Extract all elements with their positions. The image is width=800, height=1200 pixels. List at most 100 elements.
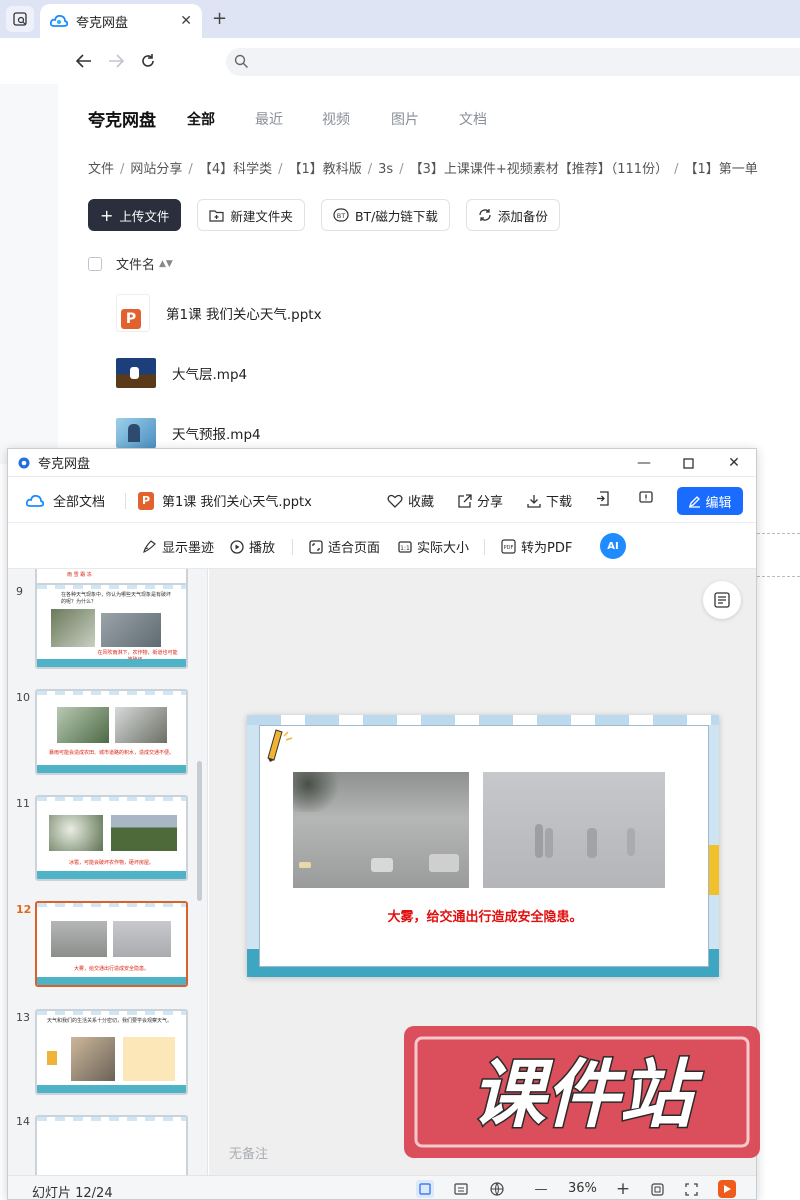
slide-counter: 幻灯片 12/24 — [32, 1186, 113, 1200]
zoom-in-icon[interactable]: + — [614, 1179, 632, 1199]
address-bar[interactable] — [226, 48, 800, 76]
actual-size-icon: 1:1 — [398, 540, 412, 553]
breadcrumb-sep: / — [120, 162, 125, 177]
video-thumbnail — [116, 358, 156, 388]
maximize-icon[interactable] — [678, 453, 698, 473]
sync-icon — [479, 209, 491, 221]
close-icon[interactable]: ✕ — [724, 453, 744, 473]
open-external-icon[interactable] — [596, 491, 610, 506]
add-backup-button[interactable]: 添加备份 — [465, 199, 560, 231]
breadcrumb-item[interactable]: 【1】教科版 — [288, 162, 361, 177]
breadcrumb-item[interactable]: 文件 — [88, 162, 114, 177]
breadcrumb-item[interactable]: 网站分享 — [130, 162, 182, 177]
new-tab-button[interactable]: + — [212, 8, 227, 29]
breadcrumb: 文件 / 网站分享 / 【4】科学类 / 【1】教科版 / 3s / 【3】上课课件+视频素材【推荐… — [88, 158, 758, 177]
normal-view-icon[interactable] — [416, 1180, 434, 1198]
convert-pdf-button[interactable]: PDF 转为PDF — [501, 537, 572, 556]
breadcrumb-sep: / — [367, 162, 373, 177]
slide-thumbnail-11[interactable]: 冰雹，可能会破坏农作物，砸坏房屋。 — [35, 795, 188, 881]
download-icon — [527, 494, 541, 508]
feedback-icon[interactable] — [639, 491, 653, 505]
fog-road-photo — [293, 772, 469, 888]
fullscreen-icon[interactable] — [682, 1180, 700, 1198]
thumbnail-top-edge — [37, 585, 186, 589]
fog-cyclists-photo — [483, 772, 665, 888]
tab-recent[interactable]: 最近 — [255, 109, 283, 129]
breadcrumb-item[interactable]: 【4】科学类 — [199, 162, 272, 177]
slide-number: 9 — [16, 585, 23, 598]
slide-thumbnail-9[interactable]: 在各种天气现象中，你认为哪些天气现象是有破坏的呢？为什么？ 在风吹雨淋下，农作物… — [35, 583, 188, 669]
thumbnail-photo — [111, 815, 177, 851]
thumbnail-text: 天气和我们的生活关系十分密切，我们要学会观察天气。 — [47, 1018, 173, 1024]
download-button[interactable]: 下载 — [527, 491, 572, 510]
fit-page-button[interactable]: 适合页面 — [309, 537, 380, 556]
file-row[interactable]: P 第1课 我们关心天气.pptx — [116, 294, 322, 332]
fit-icon[interactable] — [648, 1180, 666, 1198]
slide-thumbnail-13[interactable]: 天气和我们的生活关系十分密切，我们要学会观察天气。 — [35, 1009, 188, 1095]
breadcrumb-sep: / — [399, 162, 404, 177]
thumbnail-edge — [37, 659, 186, 667]
filename-column-header[interactable]: 文件名 — [116, 254, 155, 273]
play-button[interactable]: 播放 — [230, 537, 275, 556]
slide-side-decoration — [709, 845, 719, 895]
grid-view-icon[interactable] — [452, 1180, 470, 1198]
doc-title: P 第1课 我们关心天气.pptx — [138, 491, 312, 510]
divider — [125, 493, 126, 509]
tab-image[interactable]: 图片 — [391, 109, 419, 129]
show-ink-button[interactable]: 显示墨迹 — [142, 537, 214, 556]
viewer-secondary-toolbar: 显示墨迹 播放 适合页面 1:1 实际大小 PDF 转为PDF AI — [8, 523, 756, 569]
slide-top-stripes — [247, 715, 719, 725]
bt-download-button[interactable]: BT BT/磁力链下载 — [320, 199, 450, 231]
photo-person — [627, 828, 635, 856]
thumbnail-edge — [37, 765, 186, 773]
photo-car — [429, 854, 459, 872]
slide-thumbnail-14[interactable] — [35, 1115, 188, 1175]
play-label: 播放 — [249, 541, 276, 556]
divider — [484, 539, 485, 555]
forward-arrow-icon[interactable] — [104, 49, 128, 73]
search-icon — [234, 54, 248, 68]
select-all-checkbox[interactable] — [88, 256, 102, 271]
backup-label: 添加备份 — [497, 208, 548, 224]
quark-cloud-icon — [50, 14, 68, 27]
thumbnail-text: 在各种天气现象中，你认为哪些天气现象是有破坏的呢？为什么？ — [61, 592, 172, 605]
minimize-icon[interactable]: — — [634, 453, 654, 473]
upload-button[interactable]: + 上传文件 — [88, 199, 182, 231]
tab-all[interactable]: 全部 — [187, 109, 215, 129]
all-docs-button[interactable]: 全部文档 — [26, 491, 105, 510]
file-name: 天气预报.mp4 — [172, 427, 261, 443]
zoom-out-icon[interactable]: — — [532, 1180, 550, 1198]
edit-button[interactable]: 编辑 — [677, 487, 743, 515]
tab-document[interactable]: 文档 — [459, 109, 487, 129]
actual-size-button[interactable]: 1:1 实际大小 — [398, 537, 469, 556]
file-row[interactable]: 大气层.mp4 — [116, 358, 247, 388]
thumbnail-scrollbar[interactable] — [197, 761, 202, 901]
convert-pdf-label: 转为PDF — [521, 541, 573, 556]
slideshow-play-icon[interactable] — [718, 1180, 736, 1198]
viewer-toolbar: 全部文档 P 第1课 我们关心天气.pptx 收藏 分享 下载 — [8, 477, 756, 523]
slide-thumbnail-12[interactable]: 大雾，给交通出行造成安全隐患。 — [35, 901, 188, 987]
browser-tab-quark[interactable]: 夸克网盘 ✕ — [40, 4, 202, 38]
share-button[interactable]: 分享 — [458, 491, 503, 510]
notes-placeholder[interactable]: 无备注 — [229, 1143, 268, 1162]
globe-icon[interactable] — [488, 1180, 506, 1198]
new-folder-button[interactable]: 新建文件夹 — [197, 199, 305, 231]
sort-icon[interactable]: ▲▼ — [159, 259, 173, 269]
favorite-button[interactable]: 收藏 — [387, 491, 434, 510]
thumbnail-edge — [37, 871, 186, 879]
slide-thumbnail-10[interactable]: 暴雨可能会造成农田、城市道路的积水，造成交通不便。 — [35, 689, 188, 775]
back-arrow-icon[interactable] — [72, 49, 96, 73]
actual-size-label: 实际大小 — [417, 541, 470, 556]
breadcrumb-item[interactable]: 【1】第一单 — [684, 162, 757, 177]
reload-icon[interactable] — [136, 49, 160, 73]
svg-text:1:1: 1:1 — [400, 545, 410, 552]
ai-assistant-button[interactable]: AI — [600, 533, 626, 559]
tab-close-icon[interactable]: ✕ — [180, 13, 192, 29]
breadcrumb-item[interactable]: 【3】上课课件+视频素材【推荐】（111份） — [410, 162, 668, 177]
breadcrumb-item[interactable]: 3s — [378, 162, 393, 177]
tab-video[interactable]: 视频 — [322, 109, 350, 129]
file-row[interactable]: 天气预报.mp4 — [116, 418, 261, 448]
thumbnail-photo — [49, 815, 103, 851]
slide-tool-icon[interactable] — [703, 581, 741, 619]
tab-search-icon[interactable] — [6, 6, 34, 32]
